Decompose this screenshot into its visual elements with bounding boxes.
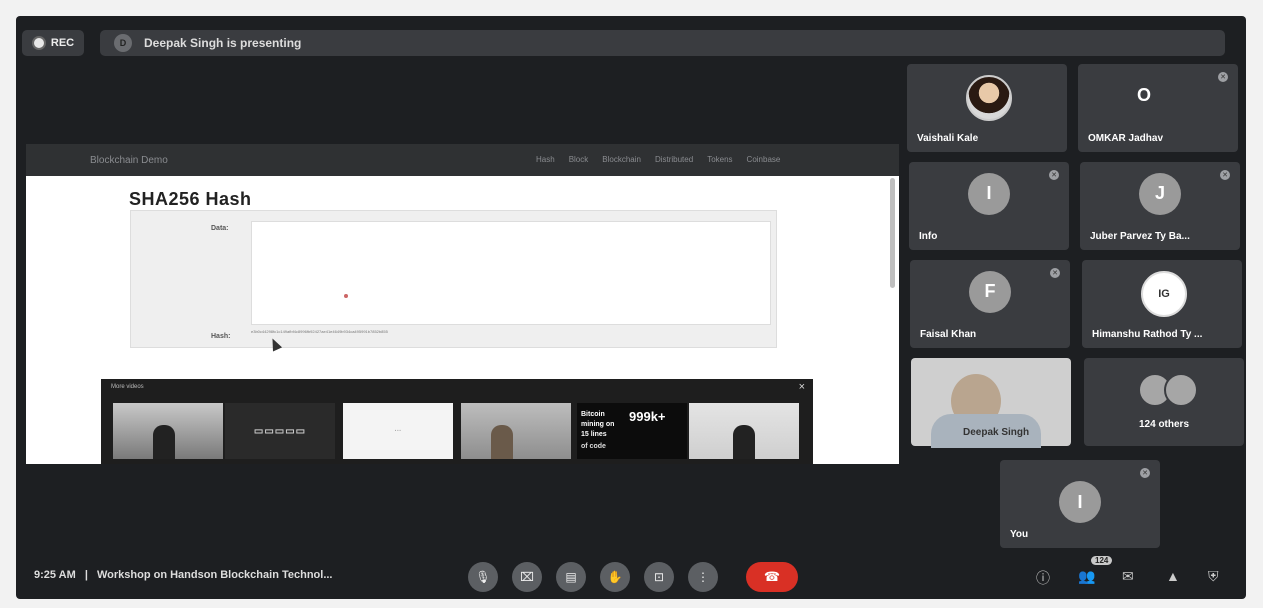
data-textarea [251,221,771,325]
nav-link-blockchain: Blockchain [602,155,641,164]
meeting-info: 9:25 AM | Workshop on Handson Blockchain… [34,569,333,581]
presenter-avatar-icon: D [114,34,132,52]
captions-icon[interactable]: ▤ [556,562,586,592]
shared-page-brand: Blockchain Demo [90,155,168,166]
participant-tile[interactable]: ✕ O OMKAR Jadhav [1078,64,1238,152]
info-icon[interactable]: ⓘ [1036,568,1050,588]
participant-tile[interactable]: ✕ J Juber Parvez Ty Ba... [1080,162,1240,250]
mic-off-icon: ✕ [1050,268,1060,278]
top-bar: REC D Deepak Singh is presenting [16,16,1246,66]
mic-off-icon: ✕ [1049,170,1059,180]
shared-page-scrollbar [890,178,895,288]
sha-title: SHA256 Hash [129,189,252,209]
mic-off-icon[interactable]: 🎙 [468,562,498,592]
presenting-banner: D Deepak Singh is presenting [100,30,1225,56]
person-figure [733,425,755,459]
shared-screen: Blockchain Demo Hash Block Blockchain Di… [26,144,899,464]
nav-link-block: Block [568,155,589,164]
video-thumbnail [113,403,223,459]
thumb-views: 999k+ [629,409,666,424]
shared-page-nav-links: Hash Block Blockchain Distributed Tokens… [536,155,780,164]
camera-off-icon[interactable]: ⌧ [512,562,542,592]
activities-icon[interactable]: ▲ [1166,568,1180,584]
text-cursor-icon [344,294,348,298]
video-thumbnail [689,403,799,459]
mic-off-icon: ✕ [1218,72,1228,82]
separator: | [84,569,88,581]
participant-name: OMKAR Jadhav [1088,133,1164,144]
avatar: IG [1141,270,1187,317]
participant-tile[interactable]: ✕ I Info [909,162,1069,250]
participant-count-badge: 124 [1091,556,1113,565]
host-controls-icon[interactable]: ⛨ [1208,568,1219,585]
participant-name: Vaishali Kale [917,133,979,144]
thumb-text: mining on [581,421,615,428]
video-thumbnail [461,403,571,459]
others-avatars [1132,369,1204,411]
avatar: F [969,270,1011,313]
avatar [1164,372,1198,407]
avatar: O [1137,85,1152,106]
people-icon[interactable]: 👥 [1078,568,1095,585]
bottom-toolbar: 9:25 AM | Workshop on Handson Blockchain… [16,554,1246,599]
avatar: I [968,172,1010,215]
presenter-video-tile[interactable]: Deepak Singh [911,358,1071,448]
recording-indicator: REC [22,30,84,56]
participant-tile[interactable]: ✕ F Faisal Khan [910,260,1070,348]
participant-name: Info [919,231,938,242]
mic-off-icon: ✕ [1220,170,1230,180]
avatar: I [1059,481,1101,524]
avatar: J [1139,172,1181,215]
self-tile[interactable]: ✕ I You [1000,460,1160,548]
video-thumbnail: Bitcoin mining on 15 lines of code 999k+ [577,403,687,459]
others-tile[interactable]: 124 others [1084,358,1244,446]
more-videos-header: More videos × [101,379,813,397]
thumb-text: of code [581,443,606,450]
thumb-text: 15 lines [581,431,607,438]
meeting-time: 9:25 AM [34,569,76,581]
more-options-icon[interactable]: ⋮ [688,562,718,592]
presenting-text: Deepak Singh is presenting [144,36,302,50]
raise-hand-icon[interactable]: ✋ [600,562,630,592]
hash-card: Data: Hash: e3b0c44298fc1c149afbf4c8996f… [130,210,777,348]
others-count: 124 others [1138,419,1190,430]
more-videos-panel: More videos × ▭▭▭▭▭ ··· Bitcoin mining o… [101,379,813,464]
shared-page-navbar: Blockchain Demo Hash Block Blockchain Di… [26,144,899,176]
person-figure [491,425,513,459]
participant-name: Juber Parvez Ty Ba... [1090,231,1190,242]
rec-label: REC [50,37,75,49]
meeting-title: Workshop on Handson Blockchain Technol..… [96,569,333,581]
participant-name: Faisal Khan [920,329,977,340]
hash-value: e3b0c44298fc1c149afbf4c8996fb92427ae41e4… [251,329,388,334]
nav-link-coinbase: Coinbase [746,155,781,164]
avatar [966,74,1012,121]
more-videos-title: More videos [111,384,144,390]
participant-name: You [1010,529,1029,540]
hash-label: Hash: [211,333,231,340]
mic-off-icon: ✕ [1140,468,1150,478]
participant-tile[interactable]: Vaishali Kale [907,64,1067,152]
data-label: Data: [211,225,229,232]
meet-window: REC D Deepak Singh is presenting Blockch… [16,16,1246,599]
video-thumbnail: ▭▭▭▭▭ [225,403,335,459]
nav-link-tokens: Tokens [707,155,733,164]
participant-name: Deepak Singh [963,427,1030,438]
thumb-text: Bitcoin [581,411,605,418]
participant-name: Himanshu Rathod Ty ... [1092,329,1203,340]
close-icon: × [798,381,805,393]
present-screen-icon[interactable]: ⊡ [644,562,674,592]
nav-link-hash: Hash [536,155,555,164]
person-figure [153,425,175,459]
nav-link-distributed: Distributed [654,155,694,164]
participant-tile[interactable]: IG Himanshu Rathod Ty ... [1082,260,1242,348]
end-call-button[interactable]: ☎ [746,562,798,592]
record-icon [31,36,46,50]
chat-icon[interactable]: ✉ [1122,568,1134,585]
video-thumbnail: ··· [343,403,453,459]
